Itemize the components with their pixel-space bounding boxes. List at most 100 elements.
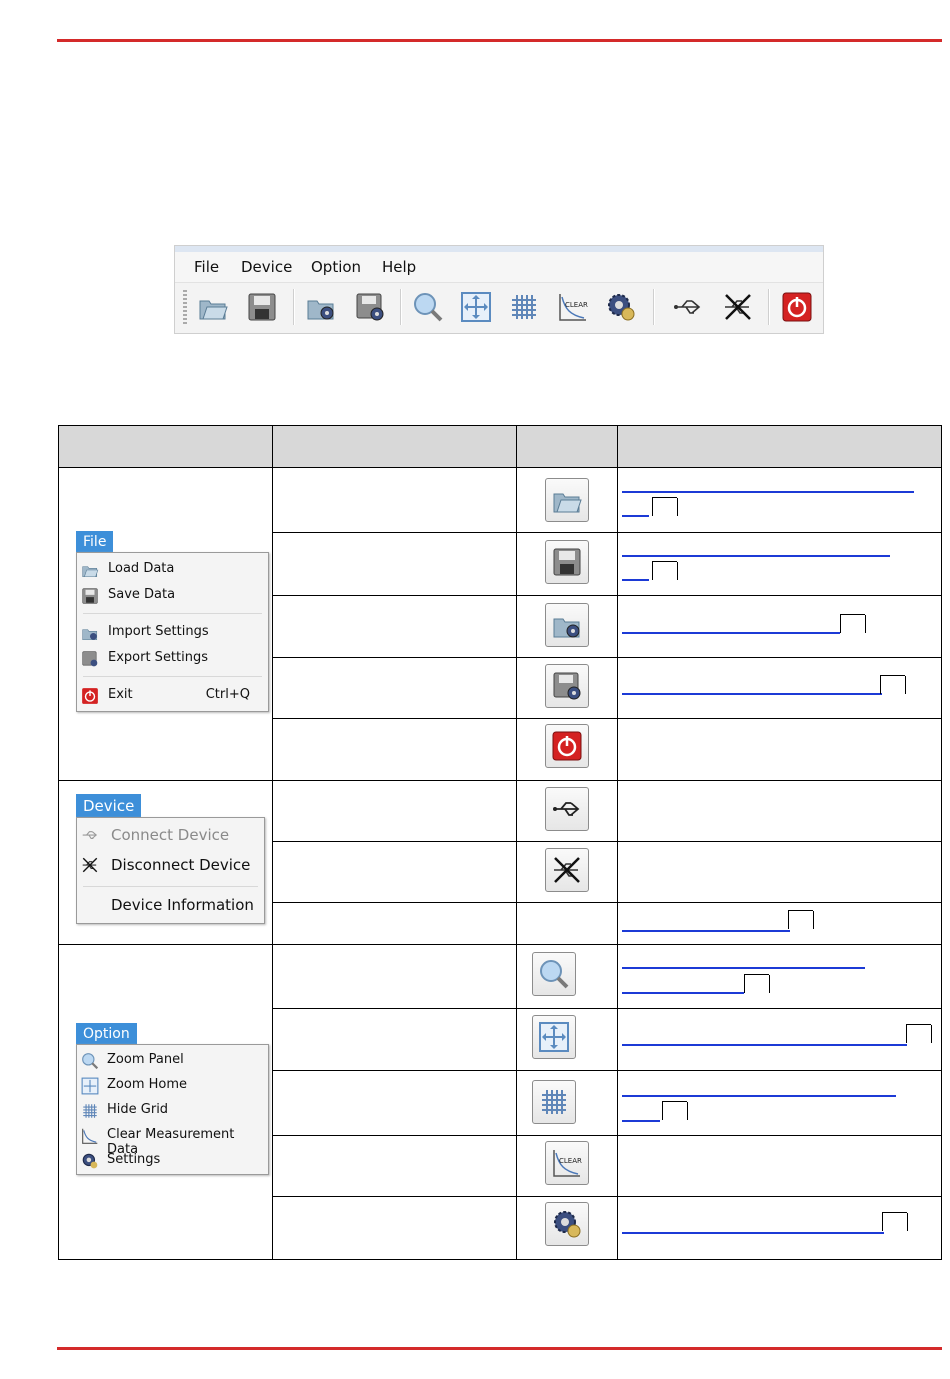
cross-reference-link[interactable]: [622, 491, 914, 493]
zoom-panel-icon[interactable]: [412, 291, 444, 323]
menu-item-exit[interactable]: Exit Ctrl+Q: [77, 682, 268, 708]
svg-text:CLEAR: CLEAR: [559, 1157, 582, 1165]
menu-item-label: Save Data: [108, 587, 176, 602]
menu-item-label: Export Settings: [108, 650, 209, 665]
reference-cell: [617, 718, 942, 781]
import-settings-button[interactable]: [545, 603, 589, 647]
cross-reference-link[interactable]: [622, 967, 865, 969]
cross-reference-link[interactable]: [622, 632, 840, 634]
toolbar-separator: [400, 289, 402, 325]
import-settings-icon[interactable]: [305, 291, 337, 323]
import-settings-icon: [553, 618, 580, 638]
menu-item-zoom-panel[interactable]: Zoom Panel: [77, 1047, 268, 1072]
cross-reference-link[interactable]: [622, 992, 744, 994]
menu-help[interactable]: Help: [382, 258, 416, 276]
menu-item-label: Import Settings: [108, 624, 209, 639]
icon-cell: [516, 902, 618, 945]
menu-item-export-settings[interactable]: Export Settings: [77, 645, 268, 671]
cross-reference-link[interactable]: [622, 1044, 907, 1046]
file-menu-popup: File Load Data Save Data Import Settings: [76, 531, 269, 712]
menu-item-hide-grid[interactable]: Hide Grid: [77, 1097, 268, 1122]
zoom-panel-button[interactable]: [532, 952, 576, 996]
hide-grid-icon: [83, 1104, 97, 1118]
menu-item-settings[interactable]: Settings: [77, 1147, 268, 1172]
cross-reference-link[interactable]: [622, 1095, 896, 1097]
hide-grid-button[interactable]: [532, 1080, 576, 1124]
connect-device-button[interactable]: [545, 787, 589, 831]
settings-icon: [82, 1153, 98, 1169]
icon-cell: [516, 467, 618, 533]
load-data-icon: [553, 493, 582, 513]
connect-device-icon[interactable]: [672, 291, 704, 323]
menu-item-import-settings[interactable]: Import Settings: [77, 619, 268, 645]
function-cell: [272, 944, 517, 1009]
load-data-icon[interactable]: [197, 291, 229, 323]
page-reference-box: [906, 1024, 932, 1043]
settings-icon[interactable]: [605, 291, 637, 323]
export-settings-icon[interactable]: [354, 291, 386, 323]
function-cell: [272, 532, 517, 596]
table-row: Device Connect Device Disconnect Device …: [58, 780, 942, 945]
zoom-home-icon[interactable]: [460, 291, 492, 323]
zoom-panel-icon: [540, 960, 569, 989]
menu-device[interactable]: Device: [241, 258, 292, 276]
menu-item-clear-measurement-data[interactable]: Clear Measurement Data: [77, 1122, 268, 1157]
export-settings-icon: [553, 672, 581, 700]
cross-reference-link[interactable]: [622, 693, 882, 695]
save-data-icon[interactable]: [246, 291, 278, 323]
menu-item-load-data[interactable]: Load Data: [77, 556, 268, 582]
function-cell: [272, 902, 517, 945]
table-row: Option Zoom Panel Zoom Home Hide Grid Cl…: [58, 944, 942, 1260]
zoom-home-icon: [539, 1022, 569, 1052]
icon-cell: [516, 841, 618, 903]
page-reference-box: [880, 675, 906, 694]
menu-item-disconnect-device[interactable]: Disconnect Device: [77, 851, 264, 881]
reference-cell: [617, 595, 942, 658]
menu-file[interactable]: File: [194, 258, 219, 276]
icon-cell: [516, 1008, 618, 1071]
icon-cell: [516, 944, 618, 1009]
save-data-button[interactable]: [545, 540, 589, 584]
cross-reference-link[interactable]: [622, 1120, 660, 1122]
menu-option[interactable]: Option: [311, 258, 361, 276]
device-menu-list: Connect Device Disconnect Device Device …: [76, 817, 265, 924]
header-cell: [58, 425, 273, 468]
table-header-row: [58, 425, 942, 468]
function-cell: [272, 841, 517, 903]
zoom-panel-icon: [82, 1053, 99, 1070]
app-toolbar-window: File Device Option Help CLEAR: [174, 245, 824, 334]
reference-cell: [617, 902, 942, 945]
export-settings-button[interactable]: [545, 664, 589, 708]
page-reference-box: [744, 974, 770, 993]
exit-button[interactable]: [545, 724, 589, 768]
clear-measurement-data-icon[interactable]: CLEAR: [557, 291, 589, 323]
reference-cell: [617, 467, 942, 533]
load-data-button[interactable]: [545, 478, 589, 522]
hide-grid-icon[interactable]: [508, 291, 540, 323]
menu-item-label: Device Information: [111, 896, 254, 914]
clear-measurement-data-button[interactable]: CLEAR: [545, 1141, 589, 1185]
cross-reference-link[interactable]: [622, 555, 890, 557]
menu-item-save-data[interactable]: Save Data: [77, 582, 268, 608]
cross-reference-link[interactable]: [622, 1232, 884, 1234]
disconnect-device-button[interactable]: [545, 848, 589, 892]
cross-reference-link[interactable]: [622, 579, 649, 581]
disconnect-device-icon[interactable]: [722, 291, 754, 323]
exit-icon: [552, 731, 582, 761]
exit-icon[interactable]: [781, 291, 813, 323]
cross-reference-link[interactable]: [622, 930, 790, 932]
menu-item-label: Disconnect Device: [111, 856, 251, 874]
file-menu-title: File: [76, 531, 114, 552]
menu-item-device-information[interactable]: Device Information: [77, 892, 264, 920]
menu-item-zoom-home[interactable]: Zoom Home: [77, 1072, 268, 1097]
reference-cell: [617, 1196, 942, 1260]
header-cell: [516, 425, 618, 468]
toolbar-grip[interactable]: [183, 290, 187, 326]
zoom-home-button[interactable]: [532, 1015, 576, 1059]
cross-reference-link[interactable]: [622, 515, 649, 517]
toolbar-separator: [293, 289, 295, 325]
option-menu-title: Option: [76, 1023, 137, 1044]
menu-item-connect-device[interactable]: Connect Device: [77, 821, 264, 851]
save-data-icon: [82, 588, 98, 604]
settings-button[interactable]: [545, 1202, 589, 1246]
